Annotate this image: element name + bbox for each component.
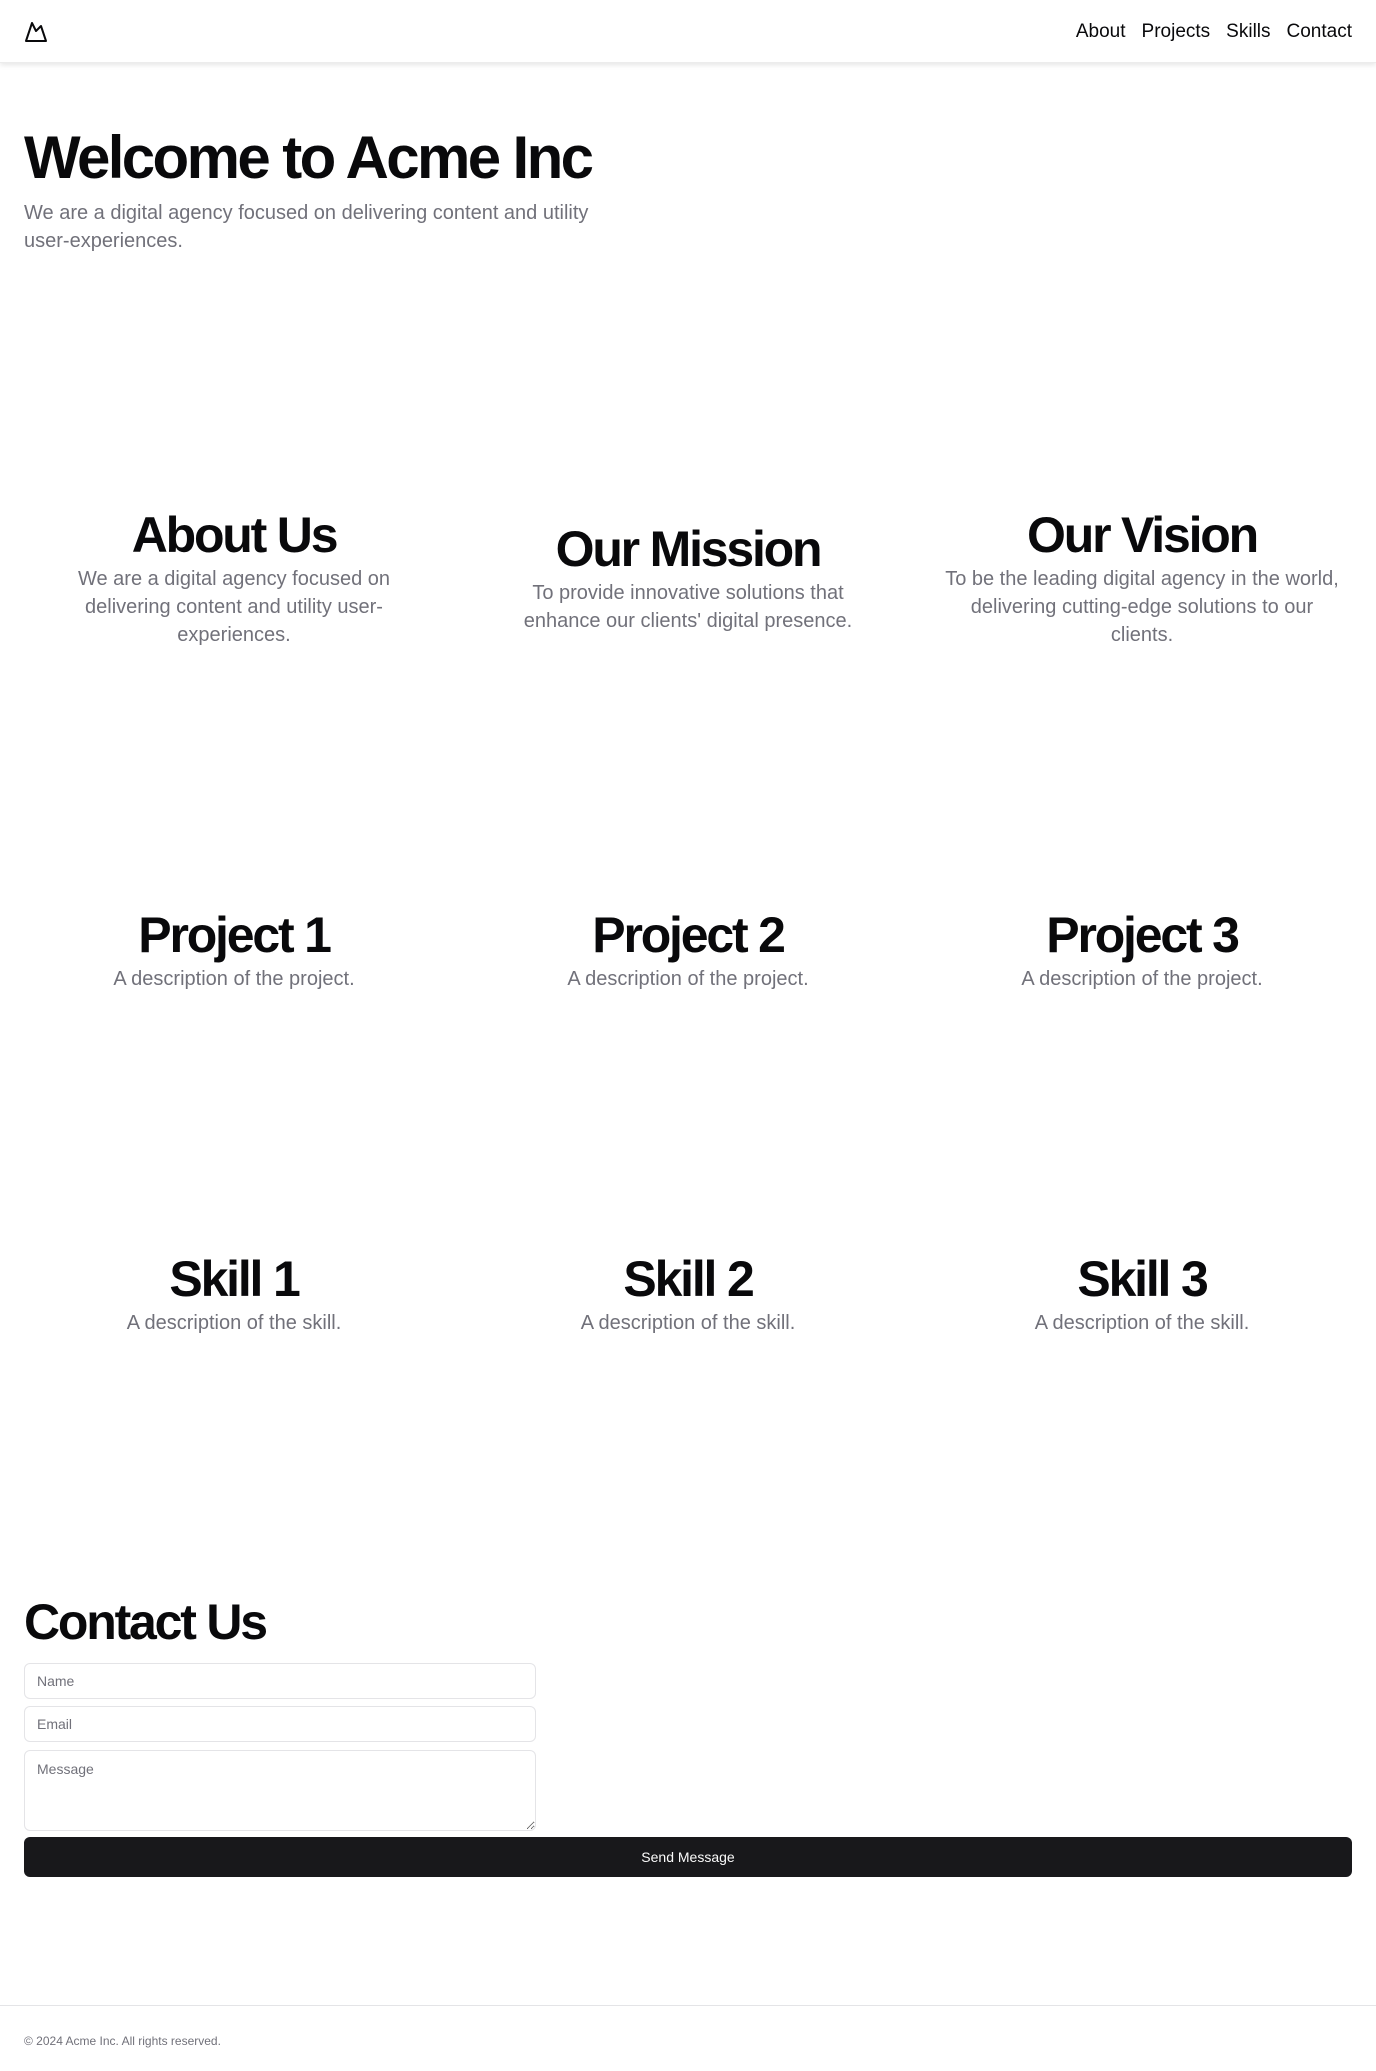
hero-title: Welcome to Acme Inc xyxy=(24,124,594,191)
skill-card: Skill 3 A description of the skill. xyxy=(932,1249,1352,1337)
about-us-card: About Us We are a digital agency focused… xyxy=(24,505,444,649)
project-title: Project 3 xyxy=(1046,907,1240,963)
message-field[interactable] xyxy=(24,1750,536,1831)
email-field[interactable] xyxy=(24,1706,536,1742)
nav-link-contact[interactable]: Contact xyxy=(1287,19,1352,45)
site-footer: © 2024 Acme Inc. All rights reserved. xyxy=(0,2005,1376,2071)
about-us-title: About Us xyxy=(131,507,339,563)
name-field[interactable] xyxy=(24,1663,536,1699)
send-message-button[interactable]: Send Message xyxy=(24,1837,1352,1877)
skill-card: Skill 1 A description of the skill. xyxy=(24,1249,444,1337)
contact-title: Contact Us xyxy=(24,1594,268,1650)
project-card: Project 2 A description of the project. xyxy=(478,905,898,993)
nav-link-about[interactable]: About xyxy=(1076,19,1126,45)
project-description: A description of the project. xyxy=(1021,968,1263,990)
our-mission-text: To provide innovative solutions that enh… xyxy=(523,582,853,632)
our-mission-title: Our Mission xyxy=(555,521,823,577)
our-vision-title: Our Vision xyxy=(1027,507,1259,563)
project-description: A description of the project. xyxy=(567,968,809,990)
skill-title: Skill 1 xyxy=(169,1251,300,1307)
about-us-text: We are a digital agency focused on deliv… xyxy=(77,568,391,646)
skill-title: Skill 2 xyxy=(623,1251,754,1307)
skill-description: A description of the skill. xyxy=(580,1312,796,1334)
our-mission-card: Our Mission To provide innovative soluti… xyxy=(478,519,898,635)
skill-card: Skill 2 A description of the skill. xyxy=(478,1249,898,1337)
hero-description: We are a digital agency focused on deliv… xyxy=(24,202,589,252)
project-title: Project 1 xyxy=(138,907,332,963)
our-vision-text: To be the leading digital agency in the … xyxy=(945,568,1339,646)
skill-title: Skill 3 xyxy=(1077,1251,1208,1307)
project-card: Project 1 A description of the project. xyxy=(24,905,444,993)
skill-description: A description of the skill. xyxy=(126,1312,342,1334)
project-card: Project 3 A description of the project. xyxy=(932,905,1352,993)
skill-description: A description of the skill. xyxy=(1034,1312,1250,1334)
nav-link-projects[interactable]: Projects xyxy=(1142,19,1211,45)
project-description: A description of the project. xyxy=(113,968,355,990)
main-nav: About Projects Skills Contact xyxy=(1076,19,1352,45)
our-vision-card: Our Vision To be the leading digital age… xyxy=(932,505,1352,649)
project-title: Project 2 xyxy=(592,907,786,963)
nav-link-skills[interactable]: Skills xyxy=(1226,19,1270,45)
mountain-icon[interactable] xyxy=(24,20,48,44)
site-header: About Projects Skills Contact xyxy=(0,0,1376,63)
copyright-text: © 2024 Acme Inc. All rights reserved. xyxy=(24,2034,221,2048)
